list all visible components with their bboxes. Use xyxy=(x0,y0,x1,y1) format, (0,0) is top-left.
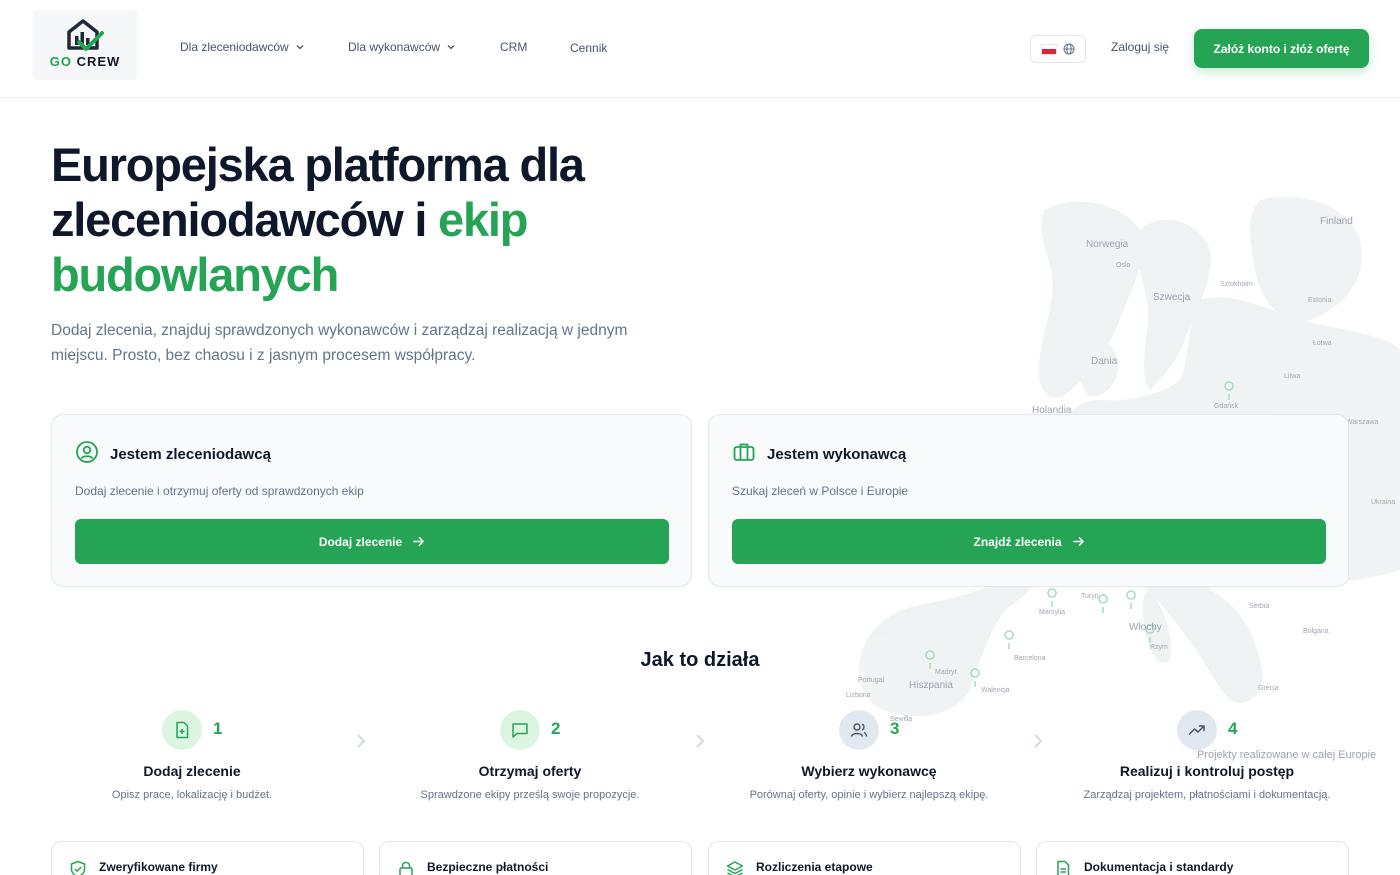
step-description: Porównaj oferty, opinie i wybierz najlep… xyxy=(749,789,989,801)
step-title: Wybierz wykonawcę xyxy=(801,763,937,779)
nav-label: Dla zleceniodawców xyxy=(180,40,289,54)
step-description: Zarządzaj projektem, płatnościami i doku… xyxy=(1083,789,1331,801)
map-label: Estonia xyxy=(1308,297,1332,304)
contractor-role-card: Jestem wykonawcą Szukaj zleceń w Polsce … xyxy=(708,414,1349,587)
logo-mark-icon xyxy=(67,19,104,51)
map-label: Warszawa xyxy=(1346,419,1379,426)
map-label: Ukraina xyxy=(1371,499,1396,506)
lock-icon xyxy=(399,861,413,875)
map-caption: Projekty realizowane w całej Europie xyxy=(1197,749,1377,761)
feature-documentation: Dokumentacja i standardy xyxy=(1036,841,1349,875)
feature-title: Bezpieczne płatności xyxy=(427,860,549,874)
find-orders-button[interactable]: Znajdź zlecenia xyxy=(732,519,1326,564)
map-label: Łotwa xyxy=(1313,340,1332,347)
feature-title: Zweryfikowane firmy xyxy=(99,860,218,874)
map-label: Marsylia xyxy=(1039,609,1066,616)
language-switcher[interactable] xyxy=(1030,35,1086,63)
map-label: Grecja xyxy=(1258,685,1279,692)
map-label: Lizbona xyxy=(846,692,871,699)
map-label: Portugal xyxy=(858,677,885,684)
trending-up-icon xyxy=(1177,710,1217,750)
map-label: Włochy xyxy=(1129,622,1162,633)
nav-label: CRM xyxy=(500,40,528,54)
step-number: 2 xyxy=(551,719,561,738)
step-title: Dodaj zlecenie xyxy=(143,763,241,779)
button-label: Znajdź zlecenia xyxy=(973,534,1062,549)
nav-label: Cennik xyxy=(570,41,608,55)
map-label: Dania xyxy=(1091,356,1118,367)
map-label: Norwegia xyxy=(1086,239,1129,250)
map-label: Szwecja xyxy=(1153,292,1191,303)
feature-secure-payments: Bezpieczne płatności xyxy=(379,841,692,875)
map-label: Finland xyxy=(1320,216,1353,227)
chevron-right-icon xyxy=(1034,734,1043,748)
feature-title: Rozliczenia etapowe xyxy=(756,860,873,874)
page: GO CREW Dla zleceniodawców Dla wykonawcó… xyxy=(0,0,1400,875)
map-label: Litwa xyxy=(1284,373,1301,380)
feature-staged-settlements: Rozliczenia etapowe xyxy=(708,841,1021,875)
login-link[interactable]: Zaloguj się xyxy=(1111,40,1169,54)
how-it-works-title: Jak to działa xyxy=(640,649,760,671)
map-label: Bułgaria xyxy=(1303,628,1329,635)
logo[interactable]: GO CREW xyxy=(33,10,137,80)
hero-title: Europejska platforma dla zleceniodawców … xyxy=(51,137,691,302)
nav-dla-zleceniodawcow[interactable]: Dla zleceniodawców xyxy=(180,40,305,54)
logo-text: GO CREW xyxy=(33,54,137,69)
client-role-card: Jestem zleceniodawcą Dodaj zlecenie i ot… xyxy=(51,414,692,587)
logo-crew: CREW xyxy=(76,54,121,69)
users-icon xyxy=(839,710,879,750)
register-offer-button[interactable]: Załóż konto i złóż ofertę xyxy=(1194,29,1369,68)
card-title: Jestem wykonawcą xyxy=(767,446,907,463)
feature-verified-companies: Zweryfikowane firmy xyxy=(51,841,364,875)
feature-title: Dokumentacja i standardy xyxy=(1084,860,1234,874)
step-number: 3 xyxy=(890,719,900,738)
layers-icon xyxy=(726,861,744,875)
nav-crm[interactable]: CRM xyxy=(500,40,527,54)
map-label: Gdańsk xyxy=(1214,403,1239,410)
hero-subtitle: Dodaj zlecenia, znajduj sprawdzonych wyk… xyxy=(51,322,628,364)
map-label: Sztokholm xyxy=(1220,281,1253,288)
chevron-down-icon xyxy=(447,45,455,50)
briefcase-icon xyxy=(733,443,755,461)
shield-check-icon xyxy=(70,860,86,875)
step-description: Sprawdzone ekipy prześlą swoje propozycj… xyxy=(420,789,640,801)
file-plus-icon xyxy=(162,710,202,750)
card-description: Szukaj zleceń w Polsce i Europie xyxy=(732,484,909,498)
step-title: Otrzymaj oferty xyxy=(478,763,582,779)
message-square-icon xyxy=(500,710,540,750)
map-label: Serbia xyxy=(1249,603,1270,610)
chevron-right-icon xyxy=(696,734,705,748)
map-label: Turyn xyxy=(1081,593,1099,600)
poland-flag-icon xyxy=(1041,43,1057,55)
top-navbar: GO CREW Dla zleceniodawców Dla wykonawcó… xyxy=(0,0,1400,98)
document-icon xyxy=(1057,860,1070,875)
step-number: 1 xyxy=(213,719,223,738)
card-title: Jestem zleceniodawcą xyxy=(110,446,271,463)
map-label: Oslo xyxy=(1116,262,1131,269)
step-description: Opisz prace, lokalizację i budżet. xyxy=(111,789,273,801)
nav-dla-wykonawcow[interactable]: Dla wykonawców xyxy=(348,40,456,54)
user-circle-icon xyxy=(76,441,98,463)
chevron-down-icon xyxy=(296,45,304,50)
nav-label: Dla wykonawców xyxy=(348,40,441,54)
step-number: 4 xyxy=(1228,719,1238,738)
step-title: Realizuj i kontroluj postęp xyxy=(1119,763,1295,779)
globe-icon xyxy=(1063,43,1075,55)
nav-cennik[interactable]: Cennik xyxy=(570,41,607,55)
button-label: Dodaj zlecenie xyxy=(318,534,403,549)
map-label: Hiszpania xyxy=(909,680,953,691)
chevron-right-icon xyxy=(357,734,366,748)
arrow-right-icon xyxy=(1072,537,1084,546)
add-order-button[interactable]: Dodaj zlecenie xyxy=(75,519,669,564)
map-label: Walencja xyxy=(981,687,1010,694)
card-description: Dodaj zlecenie i otrzymuj oferty od spra… xyxy=(75,484,364,498)
logo-go: GO xyxy=(49,54,72,69)
arrow-right-icon xyxy=(413,537,425,546)
